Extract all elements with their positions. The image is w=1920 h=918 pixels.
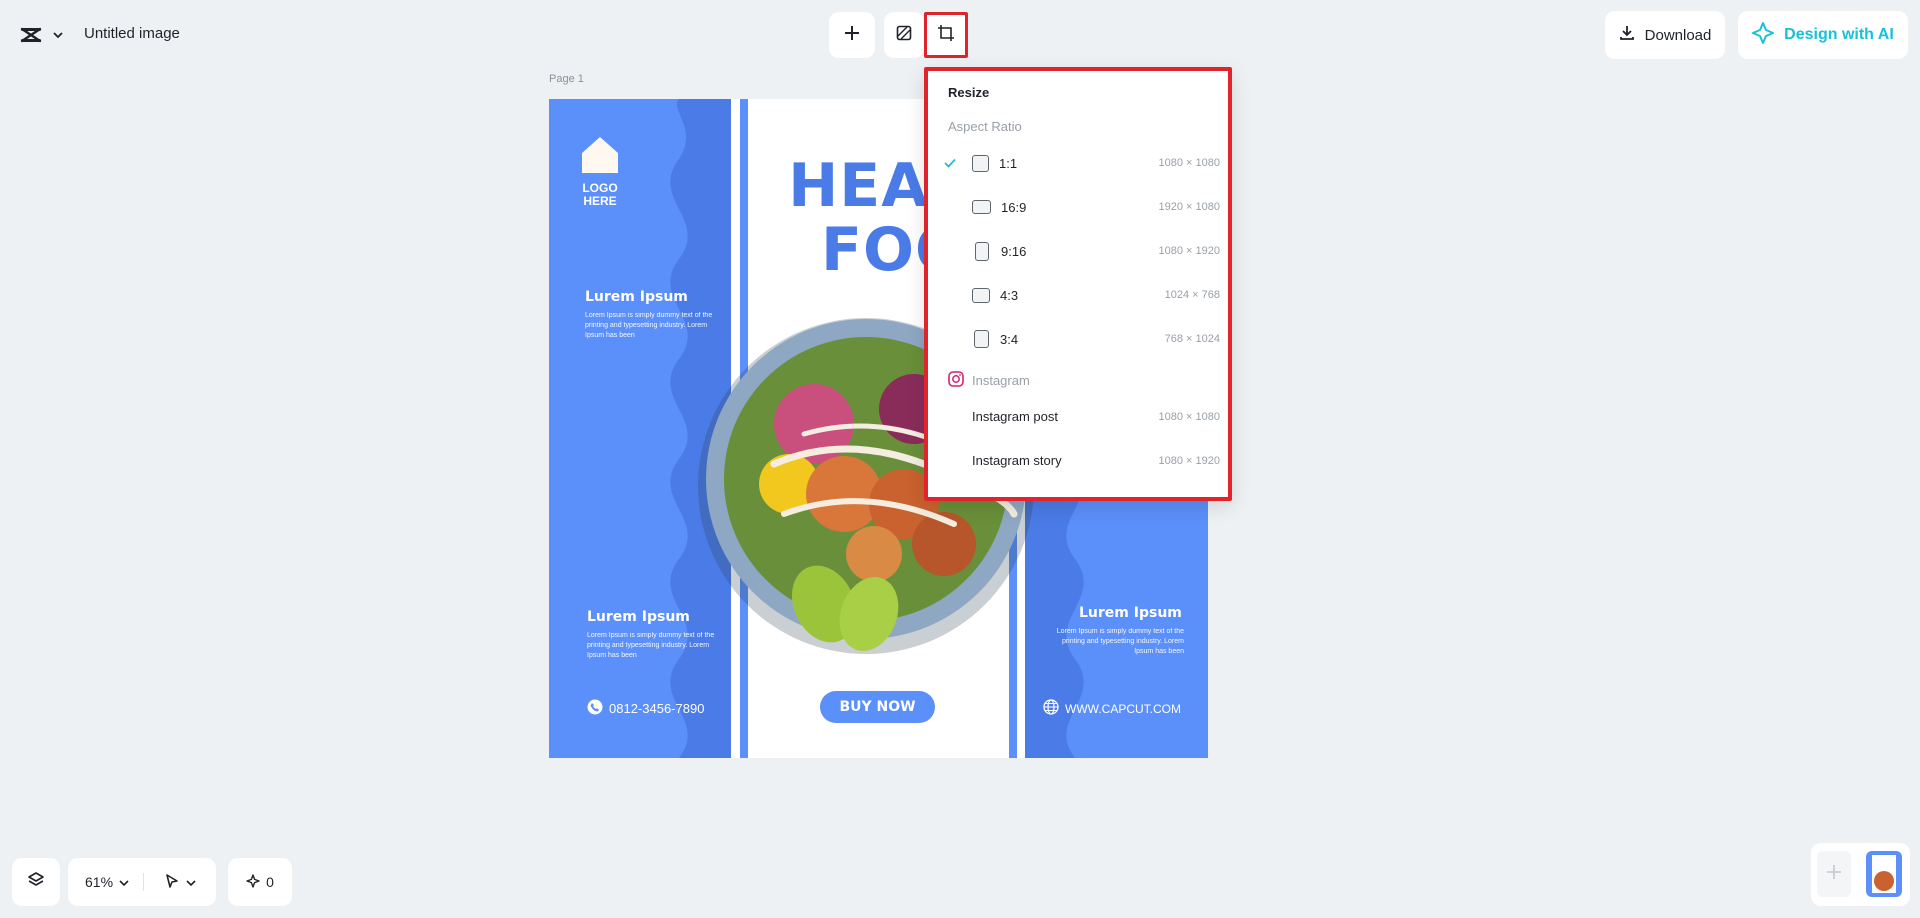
zoom-level: 61% [85,874,114,890]
lorem-heading-2: Lurem Ipsum [587,609,690,625]
ai-sparkle-icon [1752,21,1775,49]
instagram-post-option[interactable]: Instagram post 1080 × 1080 [972,409,1220,424]
landscape-ratio-icon [972,287,990,303]
add-page-button[interactable] [1817,851,1851,897]
logo-placeholder: LOGO HERE [579,135,621,208]
credits-count: 0 [266,874,274,890]
buy-now-badge: BUY NOW [820,691,935,723]
ratio-dimensions: 1024 × 768 [1164,289,1220,301]
ratio-dimensions: 768 × 1024 [1164,333,1220,345]
plus-icon [1825,863,1843,886]
portrait-ratio-icon [974,330,989,348]
website-url: WWW.CAPCUT.COM [1065,701,1181,716]
ratio-label: 3:4 [1000,331,1019,347]
instagram-story-dimensions: 1080 × 1920 [1158,454,1220,467]
resize-button[interactable] [924,12,968,58]
ratio-option-16-9[interactable]: 16:9 1920 × 1080 [944,189,1220,225]
page-label: Page 1 [549,73,584,85]
add-button[interactable] [829,12,875,58]
ratio-dimensions: 1920 × 1080 [1158,201,1220,213]
download-button[interactable]: Download [1605,11,1725,59]
capcut-logo-icon [18,24,44,46]
ratio-dimensions: 1080 × 1920 [1158,245,1220,257]
resize-dropdown: Resize Aspect Ratio 1:1 1080 × 1080 16:9… [924,67,1232,501]
logo-text-2: HERE [583,194,617,208]
design-ai-label: Design with AI [1784,26,1894,43]
ratio-option-1-1[interactable]: 1:1 1080 × 1080 [944,145,1220,181]
website-contact: WWW.CAPCUT.COM [1043,699,1181,718]
background-icon [896,25,912,46]
instagram-post-label: Instagram post [972,409,1058,424]
lorem-text-3: Lorem Ipsum is simply dummy text of the … [1056,628,1184,655]
page-1-thumbnail[interactable] [1866,851,1902,897]
globe-icon [1043,699,1059,718]
instagram-post-dimensions: 1080 × 1080 [1158,410,1220,423]
chevron-down-icon [52,26,64,44]
design-with-ai-button[interactable]: Design with AI [1738,11,1908,59]
ratio-label: 1:1 [999,155,1018,171]
aspect-ratio-heading: Aspect Ratio [948,119,1022,134]
document-title[interactable]: Untitled image [84,25,180,42]
lorem-heading-3: Lurem Ipsum [1079,605,1182,621]
ratio-label: 9:16 [1001,243,1027,259]
app-menu-button[interactable] [12,16,70,54]
plus-icon [844,25,860,46]
download-label: Download [1644,26,1712,44]
instagram-story-option[interactable]: Instagram story 1080 × 1920 [972,453,1220,468]
phone-contact: 0812-3456-7890 [587,699,704,718]
ratio-label: 4:3 [1000,287,1019,303]
instagram-heading: Instagram [948,371,1030,390]
house-icon [582,137,618,173]
ratio-label: 16:9 [1001,199,1027,215]
ratio-option-9-16[interactable]: 9:16 1080 × 1920 [944,233,1220,269]
phone-number: 0812-3456-7890 [609,701,705,716]
sparkle-icon [246,873,260,891]
resize-icon [937,24,955,47]
instagram-story-label: Instagram story [972,453,1062,468]
lorem-heading-1: Lurem Ipsum [585,289,688,305]
pointer-tool-icon[interactable] [164,873,180,892]
square-ratio-icon [972,154,989,172]
ratio-option-4-3[interactable]: 4:3 1024 × 768 [944,277,1220,313]
ratio-option-3-4[interactable]: 3:4 768 × 1024 [944,321,1220,357]
layers-button[interactable] [12,858,60,906]
chevron-down-icon [119,874,129,890]
background-button[interactable] [884,12,924,58]
ratio-dimensions: 1080 × 1080 [1158,157,1220,169]
ai-credits-button[interactable]: 0 [228,858,292,906]
phone-icon [587,699,603,718]
resize-title: Resize [948,85,990,100]
portrait-ratio-icon [975,241,989,261]
chevron-down-icon [186,874,196,890]
download-icon [1619,25,1635,45]
zoom-control[interactable]: 61% [68,858,216,906]
instagram-icon [948,371,964,390]
layers-icon [27,871,45,894]
checkmark-icon [944,155,964,171]
landscape-ratio-icon [972,200,991,214]
page-thumbnails [1811,843,1910,906]
